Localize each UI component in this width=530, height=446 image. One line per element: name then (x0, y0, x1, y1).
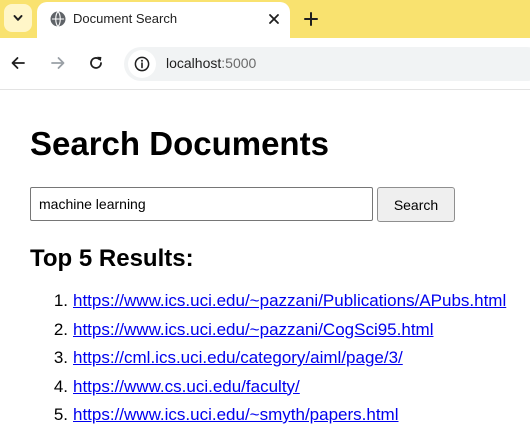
tab-document-search[interactable]: Document Search (37, 2, 290, 40)
plus-icon (304, 12, 318, 26)
result-number: 2. (53, 319, 68, 339)
close-icon (269, 14, 279, 24)
result-link[interactable]: https://www.cs.uci.edu/faculty/ (73, 377, 300, 397)
result-item: 5. https://www.ics.uci.edu/~smyth/papers.… (30, 405, 506, 434)
reload-icon (90, 56, 102, 69)
url-port: :5000 (221, 55, 257, 71)
result-number: 3. (53, 348, 68, 367)
forward-arrow-icon (51, 57, 65, 69)
search-button[interactable]: Search (377, 187, 455, 222)
info-icon (134, 56, 150, 72)
tab-title: Document Search (73, 11, 178, 26)
browser-toolbar: localhost:5000 (0, 38, 530, 90)
result-link[interactable]: https://www.ics.uci.edu/~pazzani/CogSci9… (73, 320, 433, 340)
result-item: 4. https://www.cs.uci.edu/faculty/ (30, 377, 506, 406)
result-item: 2. https://www.ics.uci.edu/~pazzani/CogSc… (30, 320, 506, 349)
page-title: Search Documents (30, 125, 329, 162)
result-link[interactable]: https://www.ics.uci.edu/~smyth/papers.ht… (73, 405, 399, 425)
url-host: localhost (166, 55, 222, 71)
new-tab-button[interactable] (298, 6, 324, 32)
forward-button[interactable] (46, 51, 70, 75)
tab-close-button[interactable] (263, 8, 285, 30)
chevron-down-icon (13, 15, 23, 21)
result-item: 3. https://cml.ics.uci.edu/category/aiml/… (30, 348, 506, 377)
url-text[interactable]: localhost:5000 (166, 55, 256, 71)
result-link[interactable]: https://www.ics.uci.edu/~pazzani/Publica… (73, 291, 506, 311)
result-item: 1. https://www.ics.uci.edu/~pazzani/Publi… (30, 291, 506, 320)
reload-button[interactable] (84, 51, 108, 75)
page-content: Search Documents Search Top 5 Results: 1… (0, 91, 530, 446)
result-link[interactable]: https://cml.ics.uci.edu/category/aiml/pa… (73, 348, 403, 368)
site-info-button[interactable] (128, 50, 156, 78)
globe-icon (50, 11, 66, 27)
results-list: 1. https://www.ics.uci.edu/~pazzani/Publi… (30, 291, 506, 434)
address-bar[interactable]: localhost:5000 (124, 47, 530, 81)
tab-search-button[interactable] (4, 4, 32, 32)
back-arrow-icon (11, 57, 25, 69)
back-button[interactable] (6, 51, 30, 75)
results-heading: Top 5 Results: (30, 245, 194, 272)
tab-strip: Document Search (0, 0, 530, 40)
result-number: 1. (53, 291, 68, 310)
result-number: 5. (53, 405, 68, 424)
search-input[interactable] (30, 187, 373, 221)
result-number: 4. (53, 376, 68, 396)
